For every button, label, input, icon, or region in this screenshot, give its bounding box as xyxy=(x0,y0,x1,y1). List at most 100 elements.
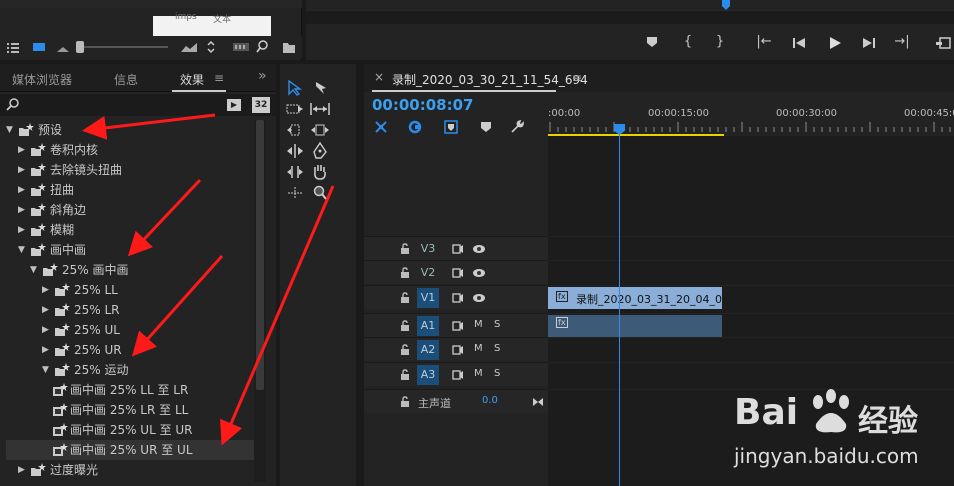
track-lane-a2[interactable] xyxy=(548,337,954,361)
lock-icon[interactable] xyxy=(400,369,410,381)
track-target-a2[interactable]: A2 xyxy=(417,340,439,360)
tab-media-browser[interactable]: 媒体浏览器 xyxy=(12,71,72,88)
go-to-end-icon[interactable] xyxy=(532,397,544,407)
slip-tool-icon[interactable] xyxy=(286,164,304,180)
list-view-icon[interactable] xyxy=(6,40,20,54)
effects-tree-item[interactable]: 画中画 25% LL 至 LR xyxy=(6,380,254,400)
chevron-down-icon[interactable]: ▼ xyxy=(30,260,40,280)
effects-tree-item[interactable]: 画中画 25% UL 至 UR xyxy=(6,420,254,440)
effects-tree-item[interactable]: 画中画 25% UR 至 UL xyxy=(6,440,254,460)
selection-tool-icon[interactable] xyxy=(286,80,302,96)
master-volume-value[interactable]: 0.0 xyxy=(482,395,498,406)
effects-scroll-thumb[interactable] xyxy=(256,120,264,390)
mark-out-button[interactable]: } xyxy=(712,34,728,50)
search-input[interactable] xyxy=(22,96,218,114)
zoom-slider-handle[interactable] xyxy=(76,41,84,53)
effects-tree-item[interactable]: ▶ 卷积内核 xyxy=(6,140,254,160)
panel-menu-icon[interactable]: ≡ xyxy=(214,71,224,85)
chevron-right-icon[interactable]: ▶ xyxy=(18,140,28,160)
sync-lock-icon[interactable] xyxy=(452,370,464,380)
chevron-right-icon[interactable]: ▶ xyxy=(42,340,52,360)
audio-clip[interactable]: fx xyxy=(548,315,722,337)
chevron-down-icon[interactable]: ▼ xyxy=(42,360,52,380)
tab-effects[interactable]: 效果 xyxy=(180,71,204,88)
track-header-a1[interactable]: A1 M S xyxy=(364,313,548,337)
effects-scrollbar[interactable] xyxy=(254,120,266,482)
chevron-right-icon[interactable]: ▶ xyxy=(42,320,52,340)
track-target-a1[interactable]: A1 xyxy=(417,316,439,336)
chevron-right-icon[interactable]: ▶ xyxy=(18,220,28,240)
effects-tree-item[interactable]: ▶ 模糊 xyxy=(6,220,254,240)
freeform-view-icon[interactable] xyxy=(56,40,70,54)
search-icon[interactable] xyxy=(256,40,270,54)
solo-button[interactable]: S xyxy=(494,319,500,330)
mark-in-button[interactable]: { xyxy=(680,34,696,50)
project-thumbnail[interactable]: imps 文本 xyxy=(153,12,271,36)
track-select-tool-icon[interactable] xyxy=(312,80,328,96)
go-to-in-button[interactable]: |← xyxy=(756,34,772,50)
eye-icon[interactable] xyxy=(472,267,486,279)
lock-icon[interactable] xyxy=(400,292,410,304)
project-list-row[interactable] xyxy=(0,0,302,8)
solo-button[interactable]: S xyxy=(494,368,500,379)
video-clip[interactable]: fx 录制_2020_03_31_20_04_0 xyxy=(548,287,722,309)
eye-icon[interactable] xyxy=(472,243,486,255)
insert-icon[interactable] xyxy=(936,36,954,50)
go-to-out-button[interactable]: →| xyxy=(894,34,910,50)
mute-button[interactable]: M xyxy=(474,343,483,354)
tab-info[interactable]: 信息 xyxy=(114,71,138,88)
solo-button[interactable]: S xyxy=(494,343,500,354)
rolling-edit-tool-icon[interactable] xyxy=(286,122,304,138)
automate-icon[interactable] xyxy=(232,40,250,54)
zoom-tool-icon[interactable] xyxy=(312,185,328,201)
track-header-v2[interactable]: V2 xyxy=(364,260,548,284)
track-lane-v1[interactable]: fx 录制_2020_03_31_20_04_0 xyxy=(548,285,954,309)
razor-tool-icon[interactable] xyxy=(286,143,304,159)
effects-tree-item[interactable]: ▼ 25% 画中画 xyxy=(6,260,254,280)
sort-icon[interactable] xyxy=(180,40,198,54)
track-header-a3[interactable]: A3 M S xyxy=(364,362,548,386)
sync-lock-icon[interactable] xyxy=(452,244,464,254)
add-marker-icon[interactable] xyxy=(646,36,658,48)
slide-tool-icon[interactable] xyxy=(310,122,330,138)
track-header-v1[interactable]: V1 xyxy=(364,285,548,309)
icon-view-icon[interactable] xyxy=(32,40,46,54)
effects-tree-item[interactable]: ▼ 25% 运动 xyxy=(6,360,254,380)
effects-tree-item[interactable]: ▶ 去除镜头扭曲 xyxy=(6,160,254,180)
chevron-updown-icon[interactable] xyxy=(206,40,216,54)
track-lane-v3[interactable] xyxy=(548,236,954,260)
track-header-v3[interactable]: V3 xyxy=(364,236,548,260)
chevron-down-icon[interactable]: ▼ xyxy=(18,240,28,260)
sync-lock-icon[interactable] xyxy=(452,321,464,331)
track-lane-a1[interactable]: fx xyxy=(548,313,954,337)
folder-icon[interactable] xyxy=(282,40,296,54)
effects-tree-item[interactable]: ▶ 25% LL xyxy=(6,280,254,300)
rate-stretch-tool-icon[interactable] xyxy=(310,101,330,117)
chevron-right-icon[interactable]: ▶ xyxy=(42,280,52,300)
track-target-v2[interactable]: V2 xyxy=(417,263,439,283)
mute-button[interactable]: M xyxy=(474,368,483,379)
chevron-down-icon[interactable]: ▼ xyxy=(6,120,16,140)
track-header-a2[interactable]: A2 M S xyxy=(364,337,548,361)
effects-tree-item[interactable]: ▶ 25% UR xyxy=(6,340,254,360)
lock-icon[interactable] xyxy=(400,243,410,255)
effects-search-bar[interactable]: 32 xyxy=(0,94,276,116)
track-target-v1[interactable]: V1 xyxy=(417,288,439,308)
chevron-right-icon[interactable]: ▶ xyxy=(18,180,28,200)
chevron-right-icon[interactable]: ▶ xyxy=(42,300,52,320)
eye-icon[interactable] xyxy=(472,292,486,304)
ripple-edit-tool-icon[interactable] xyxy=(286,101,304,117)
more-panels-icon[interactable]: » xyxy=(258,68,267,84)
track-target-v3[interactable]: V3 xyxy=(417,239,439,259)
effects-tree-item[interactable]: ▶ 扭曲 xyxy=(6,180,254,200)
sync-lock-icon[interactable] xyxy=(452,268,464,278)
effects-tree-item[interactable]: ▶ 25% LR xyxy=(6,300,254,320)
effects-tree-item[interactable]: 画中画 25% LR 至 LL xyxy=(6,400,254,420)
lock-icon[interactable] xyxy=(400,267,410,279)
track-lane-a3[interactable] xyxy=(548,362,954,386)
zoom-slider[interactable] xyxy=(76,41,168,53)
track-header-master[interactable]: 主声道 0.0 xyxy=(364,389,548,413)
mute-button[interactable]: M xyxy=(474,319,483,330)
lock-icon[interactable] xyxy=(400,344,410,356)
effects-tree-item[interactable]: ▶ 过度曝光 xyxy=(6,460,254,480)
